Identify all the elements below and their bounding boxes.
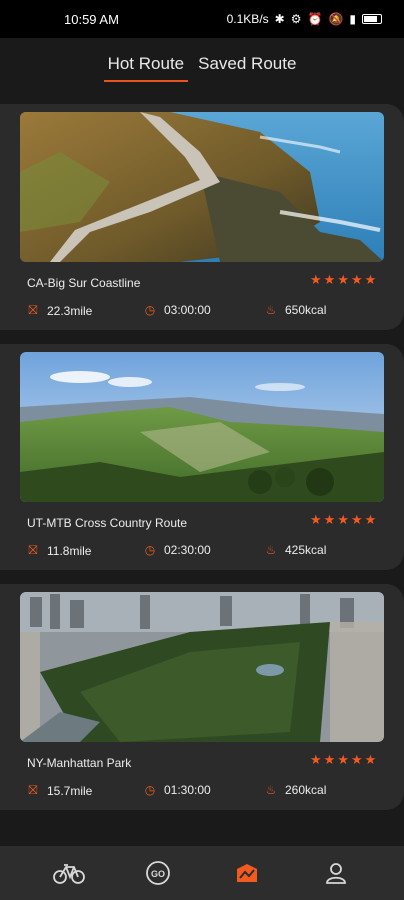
star-icon: ★ (364, 752, 377, 767)
rating-stars: ★ ★ ★ ★ ★ (310, 273, 376, 286)
go-icon: GO (145, 861, 170, 885)
distance-icon: ⛝ (28, 543, 38, 557)
star-icon: ★ (350, 272, 363, 287)
nav-routes[interactable] (227, 853, 267, 893)
calories-value: 260kcal (285, 783, 327, 797)
alarm-icon: ⏰ (307, 12, 323, 26)
route-card[interactable]: NY-Manhattan Park ★ ★ ★ ★ ★ ⛝ 15.7mile ◷… (0, 584, 404, 810)
star-icon: ★ (323, 752, 336, 767)
route-distance: ⛝ 15.7mile (27, 783, 92, 798)
duration-value: 03:00:00 (164, 303, 211, 317)
route-tabs: Hot Route Saved Route (0, 38, 404, 90)
star-icon: ★ (350, 512, 363, 527)
route-duration: ◷ 03:00:00 (144, 303, 211, 317)
network-speed: 0.1KB/s (226, 12, 269, 26)
signal-icon: ▮ (349, 12, 356, 26)
star-icon: ★ (310, 752, 322, 767)
nav-bike[interactable] (49, 853, 89, 893)
calories-value: 425kcal (285, 543, 327, 557)
route-card[interactable]: UT-MTB Cross Country Route ★ ★ ★ ★ ★ ⛝ 1… (0, 344, 404, 570)
battery-icon (362, 14, 382, 24)
nav-go[interactable]: GO (138, 853, 178, 893)
route-title: CA-Big Sur Coastline (27, 276, 141, 290)
flame-icon: ♨ (265, 543, 277, 557)
duration-value: 02:30:00 (164, 543, 211, 557)
bike-icon (52, 864, 85, 884)
star-icon: ★ (364, 272, 377, 287)
route-duration: ◷ 02:30:00 (144, 543, 211, 557)
star-icon: ★ (337, 752, 349, 767)
star-icon: ★ (337, 512, 349, 527)
distance-icon: ⛝ (28, 303, 38, 317)
tab-saved-route[interactable]: Saved Route (194, 48, 300, 80)
bottom-nav: GO (0, 846, 404, 900)
bluetooth-icon: ✱ (274, 12, 285, 26)
route-title: UT-MTB Cross Country Route (27, 516, 188, 530)
clock-icon: ◷ (144, 543, 156, 557)
distance-value: 15.7mile (47, 783, 93, 798)
flame-icon: ♨ (265, 783, 277, 797)
rating-stars: ★ ★ ★ ★ ★ (310, 513, 376, 526)
nav-profile[interactable] (316, 853, 356, 893)
route-icon (236, 864, 257, 882)
star-icon: ★ (350, 752, 363, 767)
status-icons: 0.1KB/s ✱ ⚙ ⏰ 🔕 ▮ (227, 12, 382, 26)
star-icon: ★ (337, 272, 349, 287)
distance-value: 22.3mile (47, 303, 93, 318)
route-calories: ♨ 260kcal (265, 783, 327, 797)
star-icon: ★ (310, 272, 322, 287)
route-image[interactable] (20, 112, 384, 262)
route-image[interactable] (20, 592, 384, 742)
star-icon: ★ (323, 512, 336, 527)
route-calories: ♨ 425kcal (265, 543, 327, 557)
status-time: 10:59 AM (64, 11, 119, 27)
tab-hot-route[interactable]: Hot Route (103, 48, 189, 82)
route-calories: ♨ 650kcal (265, 303, 327, 317)
star-icon: ★ (364, 512, 377, 527)
route-distance: ⛝ 22.3mile (27, 303, 92, 318)
distance-value: 11.8mile (47, 543, 92, 558)
mute-icon: 🔕 (328, 12, 344, 26)
route-title: NY-Manhattan Park (27, 756, 132, 770)
route-card[interactable]: CA-Big Sur Coastline ★ ★ ★ ★ ★ ⛝ 22.3mil… (0, 104, 404, 330)
calories-value: 650kcal (285, 303, 327, 317)
clock-icon: ◷ (144, 303, 156, 317)
go-label: GO (150, 869, 164, 879)
star-icon: ★ (310, 512, 322, 527)
profile-icon (325, 863, 346, 884)
flame-icon: ♨ (265, 303, 277, 317)
star-icon: ★ (323, 272, 336, 287)
distance-icon: ⛝ (28, 783, 38, 797)
route-distance: ⛝ 11.8mile (27, 543, 91, 558)
status-bar: 10:59 AM 0.1KB/s ✱ ⚙ ⏰ 🔕 ▮ (0, 0, 404, 38)
clock-icon: ◷ (144, 783, 156, 797)
route-duration: ◷ 01:30:00 (144, 783, 211, 797)
rating-stars: ★ ★ ★ ★ ★ (310, 753, 376, 766)
settings-icon: ⚙ (290, 12, 302, 26)
route-image[interactable] (20, 352, 384, 502)
duration-value: 01:30:00 (164, 783, 211, 797)
